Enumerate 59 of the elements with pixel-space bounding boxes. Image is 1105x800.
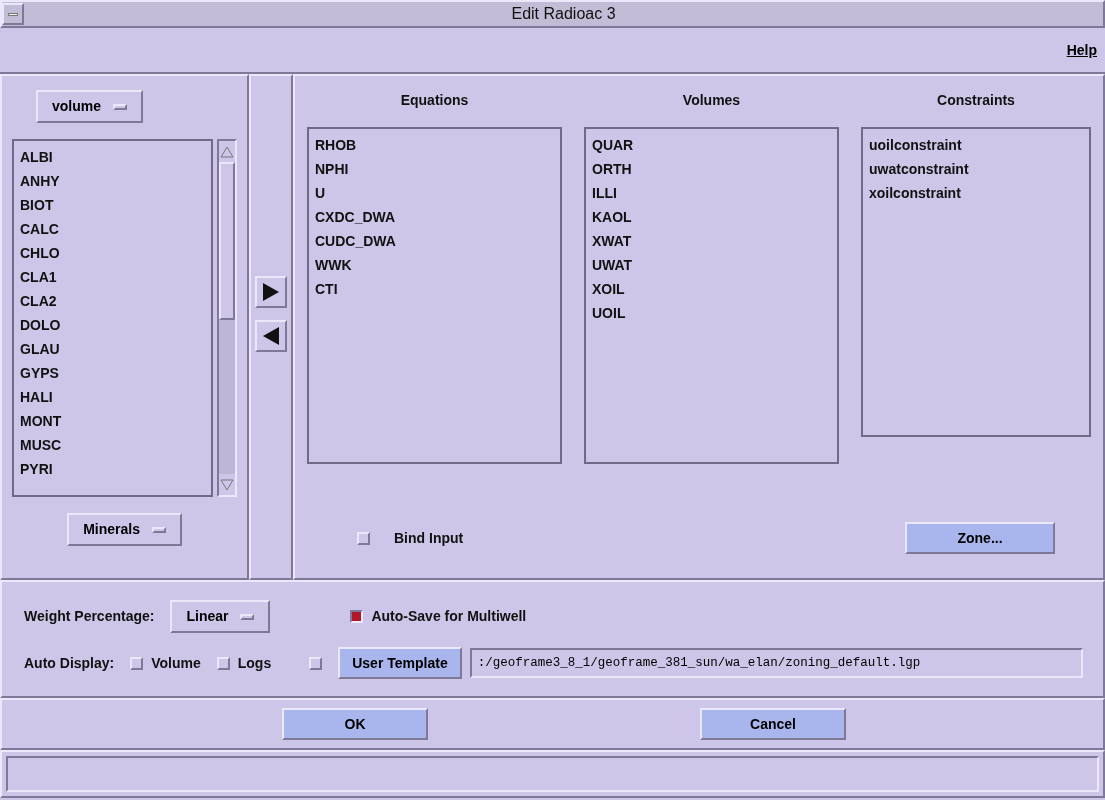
list-item[interactable]: HALI: [20, 385, 206, 409]
arrow-left-button[interactable]: [255, 320, 288, 352]
column-heading: Equations: [399, 91, 470, 110]
field-label: Weight Percentage:: [24, 607, 155, 626]
list-item[interactable]: CUDC_DWA: [315, 229, 554, 253]
list-item[interactable]: ILLI: [592, 181, 831, 205]
list-item[interactable]: CHLO: [20, 241, 206, 265]
list-item[interactable]: DOLO: [20, 313, 206, 337]
list-item[interactable]: UOIL: [592, 301, 831, 325]
path-field[interactable]: :/geoframe3_8_1/geoframe_381_sun/wa_elan/zoning_default.lgp: [469, 647, 1083, 679]
zone-button[interactable]: Zone...: [905, 522, 1055, 554]
list-item[interactable]: UWAT: [592, 253, 831, 277]
checkbox[interactable]: [350, 610, 364, 623]
list-item[interactable]: ANHY: [20, 169, 206, 193]
menu-item[interactable]: Help: [1058, 39, 1105, 61]
ok-button[interactable]: OK: [282, 708, 428, 740]
checkbox-label: Logs: [237, 653, 272, 673]
list-item[interactable]: ORTH: [592, 157, 831, 181]
scroll-thumb[interactable]: [219, 162, 236, 320]
list-item[interactable]: XOIL: [592, 277, 831, 301]
field-label: Auto Display:: [24, 653, 115, 673]
window-title: Edit Radioac 3: [510, 4, 617, 24]
arrow-right-button[interactable]: [255, 276, 288, 308]
list-item[interactable]: GYPS: [20, 361, 206, 385]
option-menu[interactable]: volume: [36, 90, 143, 123]
list-item[interactable]: CXDC_DWA: [315, 205, 554, 229]
checkbox-label: Volume: [151, 653, 201, 673]
column-heading: Constraints: [936, 91, 1016, 110]
checkbox-label: Bind Input: [394, 528, 464, 548]
list-item[interactable]: XWAT: [592, 229, 831, 253]
option-menu[interactable]: Linear: [170, 600, 271, 633]
list-item[interactable]: CLA1: [20, 265, 206, 289]
list-item[interactable]: CLA2: [20, 289, 206, 313]
checkbox-label: Auto-Save for Multiwell: [371, 607, 527, 626]
scroll-up-icon[interactable]: [220, 146, 235, 159]
list-item[interactable]: NPHI: [315, 157, 554, 181]
list-item[interactable]: PYRI: [20, 457, 206, 481]
list-item[interactable]: U: [315, 181, 554, 205]
list-item[interactable]: BIOT: [20, 193, 206, 217]
list-item[interactable]: ALBI: [20, 145, 206, 169]
list-item[interactable]: uoilconstraint: [869, 133, 1083, 157]
list-item[interactable]: uwatconstraint: [869, 157, 1083, 181]
list-item[interactable]: MUSC: [20, 433, 206, 457]
column-heading: Volumes: [681, 91, 742, 110]
cancel-button[interactable]: Cancel: [700, 708, 846, 740]
list-item[interactable]: RHOB: [315, 133, 554, 157]
user-template-button[interactable]: User Template: [338, 647, 462, 679]
list-item[interactable]: MONT: [20, 409, 206, 433]
option-menu[interactable]: Minerals: [67, 513, 182, 546]
list-item[interactable]: xoilconstraint: [869, 181, 1083, 205]
list-item[interactable]: KAOL: [592, 205, 831, 229]
list-item[interactable]: CTI: [315, 277, 554, 301]
list-item[interactable]: WWK: [315, 253, 554, 277]
scrollbar[interactable]: [217, 139, 238, 497]
window-menu-button[interactable]: [2, 3, 24, 25]
list-item[interactable]: CALC: [20, 217, 206, 241]
list-item[interactable]: GLAU: [20, 337, 206, 361]
list-item[interactable]: QUAR: [592, 133, 831, 157]
scroll-down-icon[interactable]: [220, 479, 235, 492]
